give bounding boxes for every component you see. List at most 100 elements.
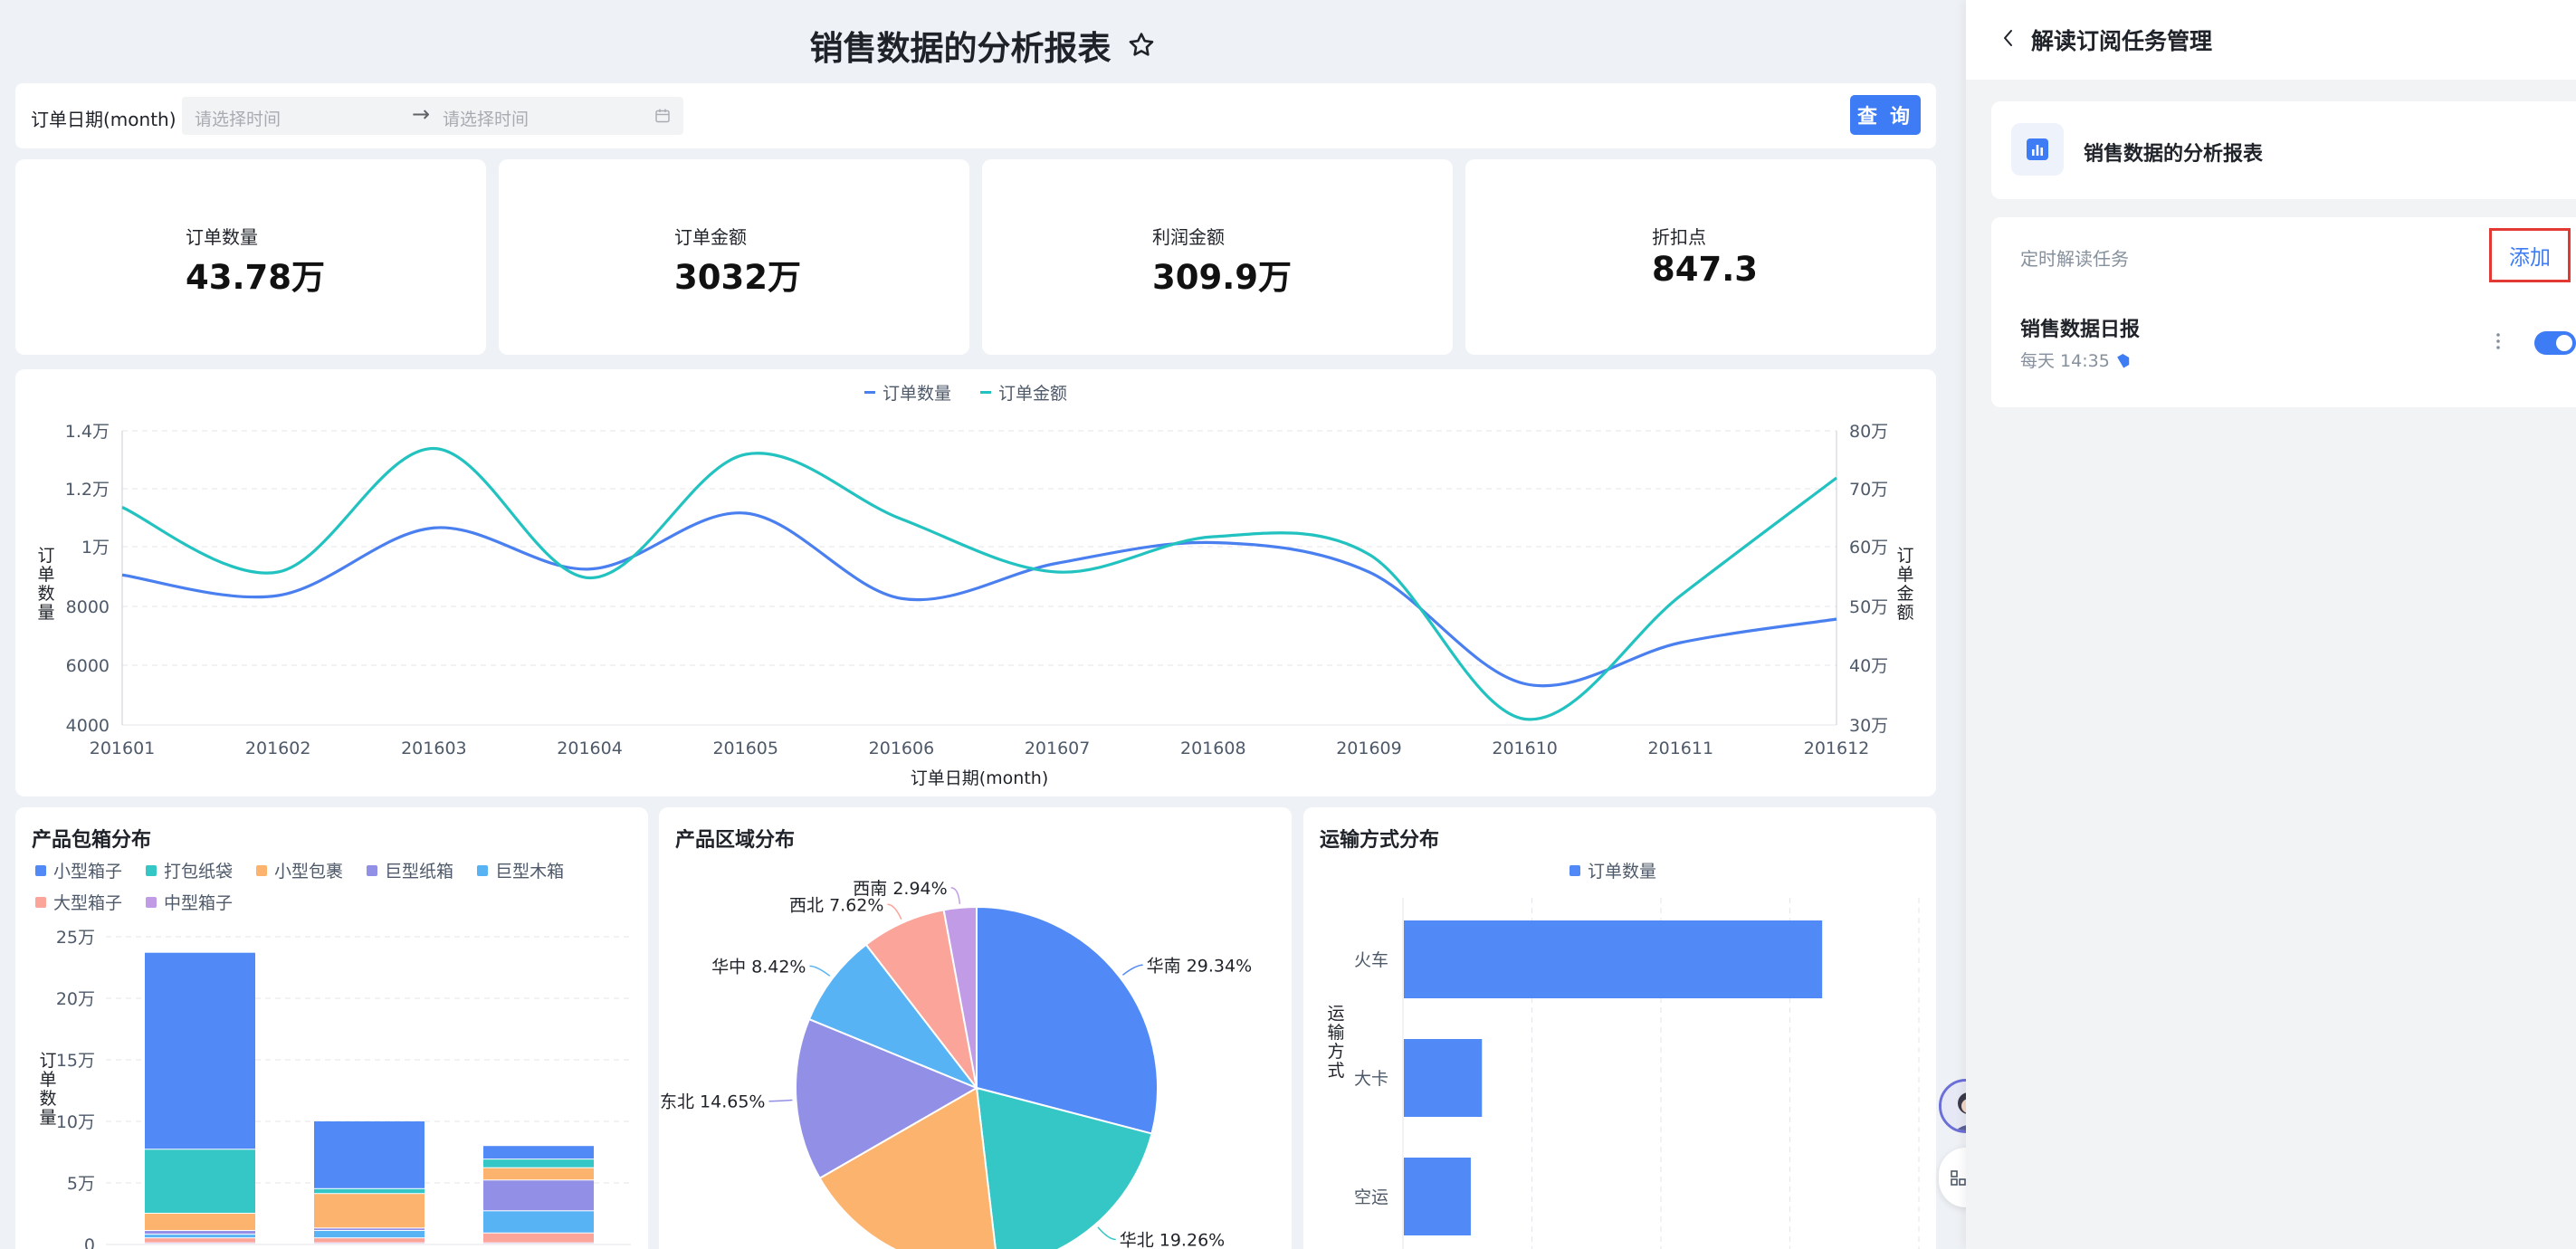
section-label: 定时解读任务 [2020,248,2129,270]
panel-title: 解读订阅任务管理 [2031,28,2213,54]
y2-tick-label: 60万 [1849,538,1888,558]
more-vertical-icon[interactable] [2495,331,2502,351]
bar[interactable] [1404,920,1823,998]
range-arrow-icon: → [412,101,431,127]
x-tick-label: 201612 [1804,739,1870,758]
bar-segment[interactable] [145,1214,255,1231]
bar-segment[interactable] [483,1233,594,1243]
y-tick-label: 4000 [66,716,110,736]
task-enabled-toggle[interactable] [2534,331,2576,355]
pie-label: 华中 8.42% [711,957,806,977]
bar-segment[interactable] [145,1235,255,1238]
filter-bar: 订单日期(month) 请选择时间 → 请选择时间 查 询 [15,83,1936,148]
bar-segment[interactable] [483,1159,594,1168]
y-tick-label: 5万 [67,1174,95,1194]
bar-segment[interactable] [145,952,255,1149]
bar-segment[interactable] [483,1211,594,1233]
bar-segment[interactable] [314,1121,425,1188]
calendar-icon[interactable] [654,108,671,124]
x-tick-label: 201610 [1492,739,1558,758]
y-axis-title: 订单数量 [37,546,54,623]
task-schedule-text: 每天 14:35 [2020,351,2110,371]
panel-header: 解读订阅任务管理 [1966,0,2576,80]
y-tick-label: 8000 [66,597,110,617]
y-tick-label: 15万 [56,1051,95,1071]
bar-segment[interactable] [483,1146,594,1159]
stacked-bar-chart: 0 5万 10万 15万 20万 25万订单数量 [39,928,631,1249]
bar-segment[interactable] [483,1168,594,1180]
kpi-label: 订单数量 [186,226,258,248]
bar-segment[interactable] [145,1231,255,1235]
x-tick-label: 201608 [1180,739,1246,758]
toggle-knob [2556,335,2572,351]
y-tick-label: 25万 [56,928,95,948]
y-tick-label: 1万 [81,538,110,558]
start-date-input[interactable]: 请选择时间 [195,106,281,130]
date-range-picker[interactable]: 请选择时间 → 请选择时间 [182,97,683,135]
y2-axis-title: 订单金额 [1896,546,1913,623]
y-tick-label: 1.4万 [65,422,110,442]
bar-segment[interactable] [483,1180,594,1211]
y-tick-label: 火车 [1354,950,1388,970]
y-tick-label: 20万 [56,989,95,1009]
bar-segment[interactable] [145,1149,255,1213]
kpi-value: 847.3 [1652,250,1759,289]
kpi-card-profit: 利润金额 309.9万 [982,159,1453,355]
pie-label: 华北 19.26% [1120,1230,1226,1249]
report-icon-container [2011,123,2064,176]
y2-tick-label: 50万 [1849,597,1888,617]
y-axis-title: 运输方式 [1327,1004,1344,1081]
star-icon[interactable] [1126,30,1157,61]
pie-label-line [950,887,961,904]
title-row: 销售数据的分析报表 [0,20,1966,71]
x-tick-label: 201605 [712,739,778,758]
x-tick-label: 201611 [1648,739,1714,758]
x-axis-title: 订单日期(month) [911,768,1049,788]
y-tick-label: 10万 [56,1112,95,1132]
y-axis-title: 订单数量 [39,1051,56,1128]
bar-segment[interactable] [314,1228,425,1231]
x-tick-label: 201601 [90,739,156,758]
bar-segment[interactable] [314,1231,425,1238]
kpi-card-order-amount: 订单金额 3032万 [499,159,969,355]
y2-tick-label: 40万 [1849,656,1888,676]
y-tick-label: 空运 [1354,1187,1388,1207]
bar-segment[interactable] [145,1238,255,1243]
x-tick-label: 201606 [869,739,935,758]
bar[interactable] [1404,1158,1471,1235]
pie-label-line [887,903,902,920]
pie-label: 华南 29.34% [1147,956,1253,976]
y2-tick-label: 80万 [1849,422,1888,442]
y-tick-label: 6000 [66,656,110,676]
page-title: 销售数据的分析报表 [809,29,1111,68]
report-name: 销售数据的分析报表 [2084,143,2264,166]
package-chart-panel: 产品包箱分布 小型箱子 打包纸袋 小型包裹 巨型纸箱 巨型木箱 大型箱子 中型箱子 0 5万 1… [15,807,648,1249]
chevron-left-icon[interactable] [1999,25,2018,51]
shipping-chart-panel: 运输方式分布 订单数量 运输方式 火车 大卡 空运 [1303,807,1936,1249]
pie-label-line [1121,964,1143,976]
bar-segment[interactable] [314,1188,425,1194]
line-chart: 4000 30万 6000 40万 8000 50万 1万 60万 1.2万 70万 1.4万 80万… [37,422,1913,788]
bar-segment[interactable] [314,1194,425,1228]
x-tick-label: 201602 [245,739,311,758]
kpi-card-discount: 折扣点 847.3 [1465,159,1936,355]
report-card: 销售数据的分析报表 [1991,101,2576,199]
report-main: 销售数据的分析报表 订单日期(month) 请选择时间 → 请选择时间 查 询 … [0,0,1966,1249]
order-date-filter-label: 订单日期(month) [31,109,177,130]
pie-label: 东北 14.65% [660,1092,766,1112]
bar-segment[interactable] [314,1238,425,1243]
add-task-button[interactable]: 添加 [2489,228,2571,282]
kpi-label: 折扣点 [1652,226,1706,248]
y-tick-label: 0 [84,1235,95,1249]
query-button[interactable]: 查 询 [1850,95,1921,135]
scheduled-task-card: 定时解读任务 添加 销售数据日报 每天 14:35 [1991,217,2576,407]
y2-tick-label: 70万 [1849,480,1888,500]
pie-label-line [809,965,831,977]
end-date-input[interactable]: 请选择时间 [443,106,529,130]
x-tick-label: 201609 [1336,739,1402,758]
y-tick-label: 1.2万 [65,480,110,500]
bar[interactable] [1404,1039,1483,1117]
series-line-1[interactable] [121,511,1837,688]
pie-label-line [1097,1226,1116,1241]
kpi-value: 3032万 [674,258,801,297]
